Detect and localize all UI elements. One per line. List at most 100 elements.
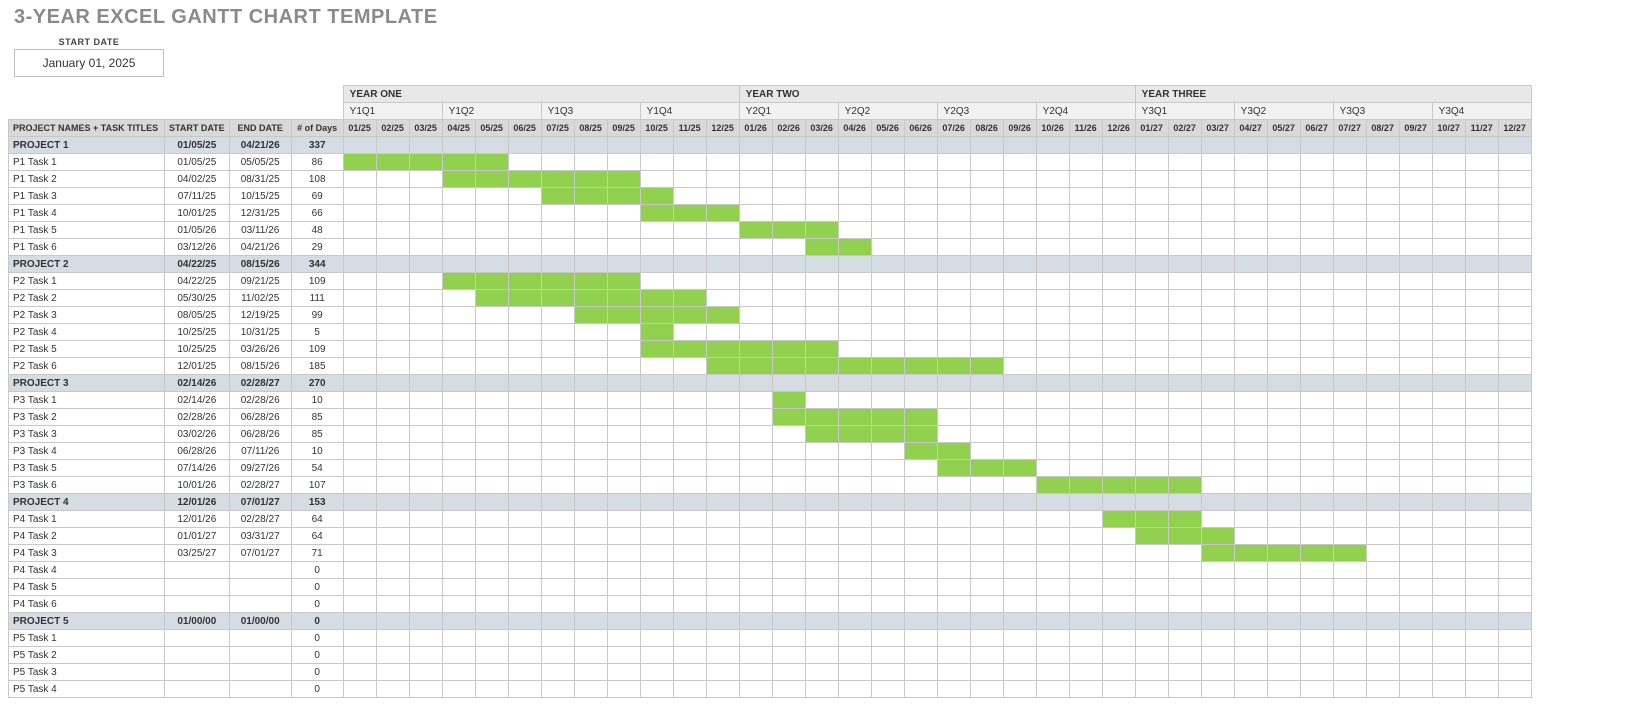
row-name[interactable]: PROJECT 3 xyxy=(9,375,165,392)
row-end[interactable]: 08/31/25 xyxy=(229,171,291,188)
row-start[interactable]: 01/05/25 xyxy=(165,137,230,154)
row-days[interactable]: 64 xyxy=(291,511,343,528)
row-days[interactable]: 64 xyxy=(291,528,343,545)
project-row[interactable]: PROJECT 412/01/2607/01/27153 xyxy=(9,494,1532,511)
row-start[interactable]: 12/01/26 xyxy=(165,494,230,511)
row-days[interactable]: 85 xyxy=(291,426,343,443)
row-days[interactable]: 185 xyxy=(291,358,343,375)
row-end[interactable]: 06/28/26 xyxy=(229,426,291,443)
row-end[interactable]: 03/26/26 xyxy=(229,341,291,358)
row-days[interactable]: 86 xyxy=(291,154,343,171)
project-row[interactable]: PROJECT 204/22/2508/15/26344 xyxy=(9,256,1532,273)
row-name[interactable]: P2 Task 3 xyxy=(9,307,165,324)
row-start[interactable]: 02/28/26 xyxy=(165,409,230,426)
row-start[interactable]: 03/25/27 xyxy=(165,545,230,562)
row-end[interactable]: 09/27/26 xyxy=(229,460,291,477)
row-end[interactable]: 10/31/25 xyxy=(229,324,291,341)
task-row[interactable]: P5 Task 2 0 xyxy=(9,647,1532,664)
row-end[interactable]: 05/05/25 xyxy=(229,154,291,171)
row-name[interactable]: P1 Task 2 xyxy=(9,171,165,188)
row-end[interactable]: 04/21/26 xyxy=(229,137,291,154)
row-name[interactable]: P4 Task 4 xyxy=(9,562,165,579)
row-end[interactable]: 07/11/26 xyxy=(229,443,291,460)
row-name[interactable]: P4 Task 2 xyxy=(9,528,165,545)
row-name[interactable]: P4 Task 3 xyxy=(9,545,165,562)
row-start[interactable]: 01/05/26 xyxy=(165,222,230,239)
task-row[interactable]: P2 Task 510/25/2503/26/26109 xyxy=(9,341,1532,358)
task-row[interactable]: P2 Task 410/25/2510/31/255 xyxy=(9,324,1532,341)
row-days[interactable]: 107 xyxy=(291,477,343,494)
row-name[interactable]: P2 Task 6 xyxy=(9,358,165,375)
row-end[interactable]: 08/15/26 xyxy=(229,358,291,375)
row-name[interactable]: P5 Task 2 xyxy=(9,647,165,664)
row-days[interactable]: 99 xyxy=(291,307,343,324)
row-name[interactable]: P3 Task 4 xyxy=(9,443,165,460)
row-end[interactable] xyxy=(229,647,291,664)
row-end[interactable]: 01/00/00 xyxy=(229,613,291,630)
row-end[interactable] xyxy=(229,681,291,698)
task-row[interactable]: P4 Task 303/25/2707/01/2771 xyxy=(9,545,1532,562)
row-end[interactable]: 02/28/26 xyxy=(229,392,291,409)
row-name[interactable]: P4 Task 6 xyxy=(9,596,165,613)
task-row[interactable]: P3 Task 102/14/2602/28/2610 xyxy=(9,392,1532,409)
row-name[interactable]: P2 Task 1 xyxy=(9,273,165,290)
task-row[interactable]: P4 Task 50 xyxy=(9,579,1532,596)
task-row[interactable]: P5 Task 10 xyxy=(9,630,1532,647)
task-row[interactable]: P1 Task 501/05/2603/11/2648 xyxy=(9,222,1532,239)
task-row[interactable]: P2 Task 104/22/2509/21/25109 xyxy=(9,273,1532,290)
row-name[interactable]: PROJECT 2 xyxy=(9,256,165,273)
row-name[interactable]: P4 Task 1 xyxy=(9,511,165,528)
row-start[interactable]: 10/01/25 xyxy=(165,205,230,222)
row-end[interactable]: 12/31/25 xyxy=(229,205,291,222)
row-start[interactable]: 07/14/26 xyxy=(165,460,230,477)
row-end[interactable]: 02/28/27 xyxy=(229,477,291,494)
row-name[interactable]: P5 Task 3 xyxy=(9,664,165,681)
row-name[interactable]: P1 Task 1 xyxy=(9,154,165,171)
row-days[interactable]: 71 xyxy=(291,545,343,562)
row-name[interactable]: P1 Task 6 xyxy=(9,239,165,256)
row-start[interactable] xyxy=(165,681,230,698)
row-days[interactable]: 48 xyxy=(291,222,343,239)
row-days[interactable]: 69 xyxy=(291,188,343,205)
row-start[interactable]: 03/12/26 xyxy=(165,239,230,256)
row-start[interactable] xyxy=(165,579,230,596)
row-start[interactable]: 06/28/26 xyxy=(165,443,230,460)
row-days[interactable]: 270 xyxy=(291,375,343,392)
row-start[interactable]: 12/01/26 xyxy=(165,511,230,528)
task-row[interactable]: P2 Task 612/01/2508/15/26185 xyxy=(9,358,1532,375)
row-name[interactable]: P2 Task 4 xyxy=(9,324,165,341)
row-end[interactable]: 12/19/25 xyxy=(229,307,291,324)
row-days[interactable]: 0 xyxy=(291,647,343,664)
row-days[interactable]: 344 xyxy=(291,256,343,273)
row-name[interactable]: P3 Task 1 xyxy=(9,392,165,409)
row-days[interactable]: 0 xyxy=(291,613,343,630)
row-start[interactable]: 08/05/25 xyxy=(165,307,230,324)
task-row[interactable]: P5 Task 40 xyxy=(9,681,1532,698)
row-name[interactable]: P1 Task 4 xyxy=(9,205,165,222)
row-name[interactable]: P5 Task 4 xyxy=(9,681,165,698)
task-row[interactable]: P4 Task 6 0 xyxy=(9,596,1532,613)
task-row[interactable]: P1 Task 204/02/2508/31/25108 xyxy=(9,171,1532,188)
row-days[interactable]: 0 xyxy=(291,630,343,647)
row-days[interactable]: 111 xyxy=(291,290,343,307)
row-end[interactable]: 08/15/26 xyxy=(229,256,291,273)
task-row[interactable]: P3 Task 202/28/2606/28/2685 xyxy=(9,409,1532,426)
row-name[interactable]: P2 Task 5 xyxy=(9,341,165,358)
row-start[interactable]: 01/01/27 xyxy=(165,528,230,545)
row-days[interactable]: 85 xyxy=(291,409,343,426)
row-days[interactable]: 0 xyxy=(291,579,343,596)
row-start[interactable]: 10/25/25 xyxy=(165,341,230,358)
row-days[interactable]: 54 xyxy=(291,460,343,477)
row-start[interactable] xyxy=(165,562,230,579)
row-days[interactable]: 109 xyxy=(291,341,343,358)
row-end[interactable] xyxy=(229,562,291,579)
row-days[interactable]: 0 xyxy=(291,596,343,613)
task-row[interactable]: P1 Task 307/11/2510/15/2569 xyxy=(9,188,1532,205)
row-name[interactable]: PROJECT 4 xyxy=(9,494,165,511)
task-row[interactable]: P3 Task 303/02/2606/28/2685 xyxy=(9,426,1532,443)
row-end[interactable]: 04/21/26 xyxy=(229,239,291,256)
task-row[interactable]: P4 Task 40 xyxy=(9,562,1532,579)
task-row[interactable]: P2 Task 205/30/2511/02/25111 xyxy=(9,290,1532,307)
row-start[interactable]: 02/14/26 xyxy=(165,392,230,409)
row-start[interactable]: 03/02/26 xyxy=(165,426,230,443)
